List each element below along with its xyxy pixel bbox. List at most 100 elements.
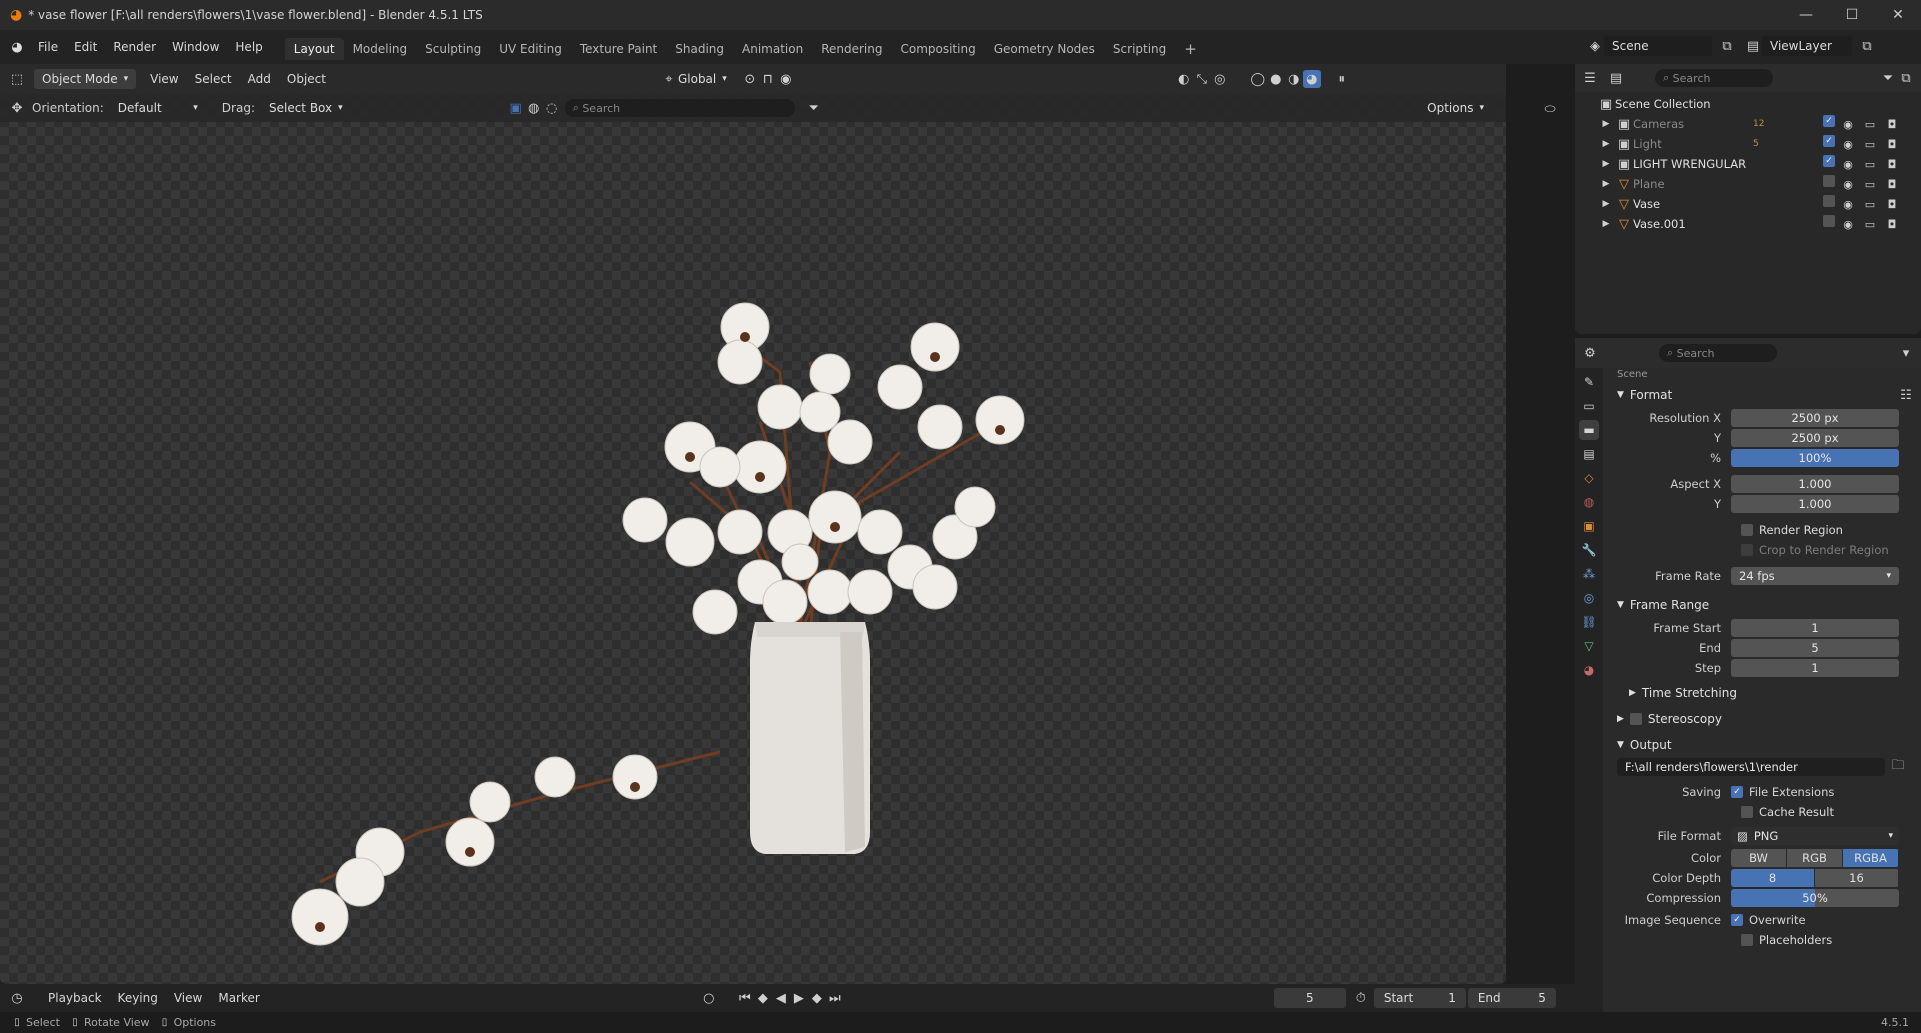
exclude-checkbox[interactable]	[1823, 195, 1835, 207]
timeline-editor-icon[interactable]: ◷	[8, 989, 26, 1007]
chevron-right-icon[interactable]: ▶	[1597, 215, 1615, 233]
view-layer-tab-icon[interactable]: ▤	[1579, 444, 1599, 464]
frame-range-panel-header[interactable]: ▼ Frame Range	[1609, 594, 1915, 616]
chevron-right-icon[interactable]: ▶	[1597, 195, 1615, 213]
outliner-row[interactable]: ▶ ▽ Vase ◉ ▭ ◘	[1575, 194, 1921, 214]
menu-view[interactable]: View	[142, 62, 186, 96]
world-tab-icon[interactable]: ◍	[1579, 492, 1599, 512]
current-frame-field[interactable]: 5	[1273, 988, 1346, 1008]
exclude-checkbox[interactable]: ✓	[1823, 135, 1835, 147]
output-tab-icon[interactable]: ▬	[1579, 420, 1599, 440]
cache-result-checkbox[interactable]: Cache Result	[1609, 802, 1915, 822]
close-button[interactable]: ✕	[1875, 0, 1921, 30]
exclude-checkbox[interactable]	[1823, 215, 1835, 227]
frame-rate-dropdown[interactable]: 24 fps ▾	[1731, 567, 1899, 585]
gizmo-icon[interactable]: ⤡	[1193, 70, 1211, 88]
add-workspace-button[interactable]: +	[1175, 38, 1206, 60]
play-reverse-icon[interactable]: ◀	[772, 989, 790, 1007]
jump-end-icon[interactable]: ⏭	[826, 989, 844, 1007]
tab-uv-editing[interactable]: UV Editing	[490, 38, 571, 60]
outliner-row[interactable]: ▶ ▽ Vase.001 ◉ ▭ ◘	[1575, 214, 1921, 234]
visibility-icon[interactable]: ◐	[1175, 70, 1193, 88]
new-collection-icon[interactable]: ⧉	[1897, 69, 1915, 87]
jump-keyframe-forward-icon[interactable]: ◆	[808, 989, 826, 1007]
material-shading-icon[interactable]: ◑	[1285, 70, 1303, 88]
eye-icon[interactable]: ◉	[1839, 215, 1857, 233]
resolution-percent-field[interactable]: 100%	[1731, 449, 1899, 467]
eye-icon[interactable]: ◉	[1839, 115, 1857, 133]
pause-icon[interactable]: ⏸	[1333, 70, 1351, 88]
stereoscopy-checkbox[interactable]	[1629, 713, 1642, 725]
viewport-search[interactable]: ⌕ Search	[564, 99, 795, 117]
depth-8-option[interactable]: 8	[1731, 869, 1815, 887]
menu-playback[interactable]: Playback	[40, 981, 110, 1015]
frame-end-field[interactable]: 5	[1731, 639, 1899, 657]
depth-16-option[interactable]: 16	[1815, 869, 1899, 887]
tab-shading[interactable]: Shading	[666, 38, 733, 60]
presets-icon[interactable]: ☷	[1897, 386, 1915, 404]
overwrite-checkbox[interactable]: ✓	[1731, 914, 1743, 926]
tab-layout[interactable]: Layout	[284, 38, 344, 60]
monitor-icon[interactable]: ▭	[1861, 155, 1879, 173]
material-tab-icon[interactable]: ◕	[1579, 660, 1599, 680]
eye-icon[interactable]: ◉	[1839, 195, 1857, 213]
crop-region-checkbox[interactable]: Crop to Render Region	[1609, 540, 1915, 560]
format-panel-header[interactable]: ▼ Format ☷	[1609, 384, 1915, 406]
minimize-button[interactable]: —	[1783, 0, 1829, 30]
camera-icon[interactable]: ◘	[1883, 215, 1901, 233]
overlay-icon[interactable]: ◎	[1211, 70, 1229, 88]
monitor-icon[interactable]: ▭	[1861, 175, 1879, 193]
outliner-editor-icon[interactable]: ☰	[1581, 69, 1599, 87]
eye-icon[interactable]: ◉	[1839, 175, 1857, 193]
camera-icon[interactable]: ◘	[1883, 135, 1901, 153]
menu-timeline-view[interactable]: View	[166, 981, 210, 1015]
camera-icon[interactable]: ◘	[1883, 175, 1901, 193]
rendered-shading-icon[interactable]: ◕	[1302, 70, 1321, 88]
proportional-edit-icon[interactable]: ◉	[777, 70, 795, 88]
tool-tab-icon[interactable]: ✎	[1579, 372, 1599, 392]
menu-file[interactable]: File	[30, 30, 66, 64]
snap-icon[interactable]: ⊓	[759, 70, 777, 88]
maximize-button[interactable]: ☐	[1829, 0, 1875, 30]
tab-geometry-nodes[interactable]: Geometry Nodes	[985, 38, 1104, 60]
placeholders-checkbox[interactable]: Placeholders	[1609, 930, 1915, 950]
chevron-right-icon[interactable]: ▶	[1597, 175, 1615, 193]
transform-orientation-dropdown[interactable]: ⌖ Global ▾	[652, 69, 735, 89]
exclude-checkbox[interactable]	[1823, 175, 1835, 187]
menu-marker[interactable]: Marker	[210, 981, 267, 1015]
menu-add[interactable]: Add	[240, 62, 279, 96]
filter-icons[interactable]: ◍	[525, 99, 543, 117]
monitor-icon[interactable]: ▭	[1861, 195, 1879, 213]
end-frame-field[interactable]: End 5	[1467, 988, 1556, 1008]
tab-rendering[interactable]: Rendering	[812, 38, 891, 60]
particles-tab-icon[interactable]: ⁂	[1579, 564, 1599, 584]
tab-modeling[interactable]: Modeling	[344, 38, 417, 60]
properties-editor-icon[interactable]: ⚙	[1581, 344, 1599, 362]
3d-viewport[interactable]: ⬚ Object Mode ▾ View Select Add Object ⌖ G…	[0, 64, 1506, 984]
chevron-down-icon[interactable]: ▾	[1897, 344, 1915, 362]
camera-view-gizmo-icon[interactable]: ⬭	[1532, 100, 1568, 118]
render-region-checkbox[interactable]: Render Region	[1609, 520, 1915, 540]
time-stretching-subpanel[interactable]: ▶ Time Stretching	[1609, 682, 1915, 704]
drag-dropdown[interactable]: Select Box ▾	[261, 98, 351, 118]
menu-object[interactable]: Object	[279, 62, 334, 96]
menu-edit[interactable]: Edit	[66, 30, 105, 64]
orientation-dropdown[interactable]: Default ▾	[110, 98, 206, 118]
constraints-tab-icon[interactable]: ⛓	[1579, 612, 1599, 632]
color-rgba-option[interactable]: RGBA	[1843, 849, 1899, 867]
render-tab-icon[interactable]: ▭	[1579, 396, 1599, 416]
scene-tab-icon[interactable]: ◇	[1579, 468, 1599, 488]
wireframe-shading-icon[interactable]: ◯	[1249, 70, 1267, 88]
aspect-x-field[interactable]: 1.000	[1731, 475, 1899, 493]
tab-texture-paint[interactable]: Texture Paint	[571, 38, 666, 60]
resolution-y-field[interactable]: 2500 px	[1731, 429, 1899, 447]
frame-step-field[interactable]: 1	[1731, 659, 1899, 677]
properties-search[interactable]: ⌕ Search	[1659, 344, 1777, 362]
filter-icon[interactable]: ⏷	[1879, 69, 1897, 87]
editor-type-icon[interactable]: ⬚	[8, 70, 26, 88]
modifier-tab-icon[interactable]: 🔧	[1579, 540, 1599, 560]
object-types-icon[interactable]: ◌	[543, 99, 561, 117]
eye-icon[interactable]: ◉	[1839, 155, 1857, 173]
color-rgb-option[interactable]: RGB	[1787, 849, 1843, 867]
exclude-checkbox[interactable]: ✓	[1823, 155, 1835, 167]
